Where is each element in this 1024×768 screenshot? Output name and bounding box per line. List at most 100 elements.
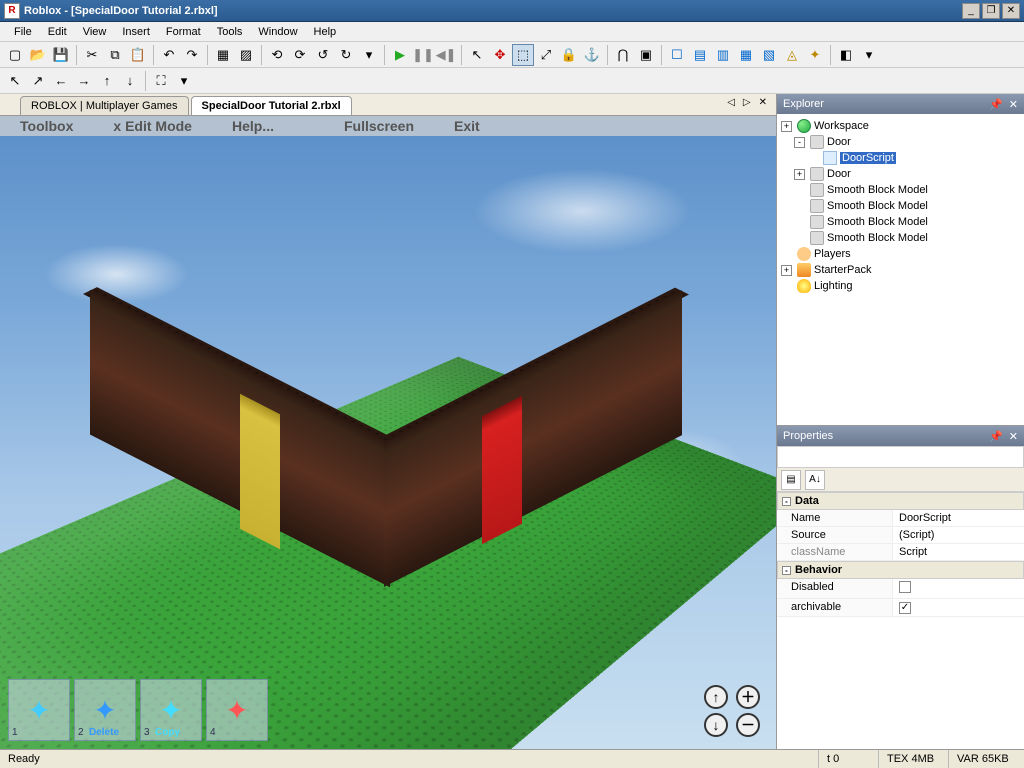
pin-icon[interactable]: 📌	[989, 430, 1003, 443]
fullscreen-button[interactable]: Fullscreen	[324, 118, 434, 134]
viewport-3d[interactable]: Toolbox x Edit Mode Help... Fullscreen E…	[0, 116, 776, 749]
zoom-in-icon[interactable]: ＋	[736, 685, 760, 709]
alphabetical-icon[interactable]: A↓	[805, 470, 825, 490]
tab-close-icon[interactable]: ✕	[756, 97, 770, 108]
zoom-out-icon[interactable]: －	[736, 713, 760, 737]
studs-icon[interactable]: ▦	[735, 44, 757, 66]
property-row[interactable]: Source(Script)	[777, 527, 1024, 544]
rotate-right-icon[interactable]: ⟳	[289, 44, 311, 66]
new-icon[interactable]: ▢	[4, 44, 26, 66]
menu-insert[interactable]: Insert	[114, 24, 158, 40]
property-category[interactable]: -Behavior	[777, 561, 1024, 579]
dropdown-icon[interactable]: ▾	[358, 44, 380, 66]
menu-edit[interactable]: Edit	[40, 24, 75, 40]
arrow-right-icon[interactable]: →	[73, 70, 95, 92]
stop-icon[interactable]: ◀❚	[435, 44, 457, 66]
hinge-icon[interactable]: ✦	[804, 44, 826, 66]
expand-icon[interactable]: +	[794, 169, 805, 180]
properties-grid[interactable]: -DataNameDoorScriptSource(Script)classNa…	[777, 492, 1024, 749]
tab-document[interactable]: SpecialDoor Tutorial 2.rbxl	[191, 96, 352, 115]
property-row[interactable]: Disabled	[777, 579, 1024, 599]
tree-node[interactable]: +Workspace	[779, 118, 1022, 134]
properties-search[interactable]	[777, 446, 1024, 468]
open-icon[interactable]: 📂	[27, 44, 49, 66]
tree-node[interactable]: Smooth Block Model	[779, 214, 1022, 230]
panel-close-icon[interactable]: ✕	[1009, 98, 1018, 111]
property-value[interactable]: ✓	[893, 599, 1024, 616]
anchor-icon[interactable]: ⚓	[581, 44, 603, 66]
tree-node[interactable]: -Door	[779, 134, 1022, 150]
panel-close-icon[interactable]: ✕	[1009, 430, 1018, 443]
property-value[interactable]	[893, 579, 1024, 598]
arrow-up-icon[interactable]: ↑	[96, 70, 118, 92]
select-tool-icon[interactable]: ⬚	[512, 44, 534, 66]
camera-down-icon[interactable]: ↓	[704, 713, 728, 737]
resize-icon[interactable]: ⤢	[535, 44, 557, 66]
game-tool-slot[interactable]: ✦1	[8, 679, 70, 741]
tree-node[interactable]: Players	[779, 246, 1022, 262]
pause-icon[interactable]: ❚❚	[412, 44, 434, 66]
paste-icon[interactable]: 📋	[127, 44, 149, 66]
game-tool-slot[interactable]: ✦4	[206, 679, 268, 741]
arrow-ne-icon[interactable]: ↗	[27, 70, 49, 92]
glue-icon[interactable]: ▤	[689, 44, 711, 66]
property-row[interactable]: classNameScript	[777, 544, 1024, 561]
tilt-right-icon[interactable]: ↻	[335, 44, 357, 66]
tree-node[interactable]: Smooth Block Model	[779, 182, 1022, 198]
arrow-nw-icon[interactable]: ↖	[4, 70, 26, 92]
editmode-button[interactable]: x Edit Mode	[93, 118, 212, 134]
lock-icon[interactable]: 🔒	[558, 44, 580, 66]
close-button[interactable]: ✕	[1002, 3, 1020, 19]
rotate-left-icon[interactable]: ⟲	[266, 44, 288, 66]
tilt-left-icon[interactable]: ↺	[312, 44, 334, 66]
help-button[interactable]: Help...	[212, 118, 294, 134]
toolbox-button[interactable]: Toolbox	[0, 118, 93, 134]
move-icon[interactable]: ✥	[489, 44, 511, 66]
fill-icon[interactable]: ◧	[835, 44, 857, 66]
ungroup-icon[interactable]: ▨	[235, 44, 257, 66]
camera-up-icon[interactable]: ↑	[704, 685, 728, 709]
tree-node[interactable]: Lighting	[779, 278, 1022, 294]
tree-node[interactable]: +Door	[779, 166, 1022, 182]
property-category[interactable]: -Data	[777, 492, 1024, 510]
property-value[interactable]: (Script)	[893, 527, 1024, 543]
game-tool-slot[interactable]: ✦3Copy	[140, 679, 202, 741]
menu-help[interactable]: Help	[306, 24, 345, 40]
expand-icon[interactable]: +	[781, 121, 792, 132]
magnet-icon[interactable]: ⋂	[612, 44, 634, 66]
pin-icon[interactable]: 📌	[989, 98, 1003, 111]
redo-icon[interactable]: ↷	[181, 44, 203, 66]
tree-node[interactable]: Smooth Block Model	[779, 230, 1022, 246]
exit-button[interactable]: Exit	[434, 118, 500, 134]
categorized-icon[interactable]: ▤	[781, 470, 801, 490]
copy-icon[interactable]: ⧉	[104, 44, 126, 66]
expand-icon[interactable]: +	[781, 265, 792, 276]
explorer-tree[interactable]: +Workspace-DoorDoorScript+DoorSmooth Blo…	[777, 114, 1024, 425]
menu-format[interactable]: Format	[158, 24, 209, 40]
property-row[interactable]: NameDoorScript	[777, 510, 1024, 527]
restore-button[interactable]: ❐	[982, 3, 1000, 19]
tab-next-icon[interactable]: ▷	[740, 97, 754, 108]
surface-icon[interactable]: ▣	[635, 44, 657, 66]
expand-icon[interactable]: ⛶	[150, 70, 172, 92]
smooth-icon[interactable]: ☐	[666, 44, 688, 66]
universal-icon[interactable]: ◬	[781, 44, 803, 66]
expand-dropdown-icon[interactable]: ▾	[173, 70, 195, 92]
cut-icon[interactable]: ✂	[81, 44, 103, 66]
undo-icon[interactable]: ↶	[158, 44, 180, 66]
menu-file[interactable]: File	[6, 24, 40, 40]
play-icon[interactable]: ▶	[389, 44, 411, 66]
property-row[interactable]: archivable✓	[777, 599, 1024, 617]
menu-view[interactable]: View	[75, 24, 115, 40]
tab-start[interactable]: ROBLOX | Multiplayer Games	[20, 96, 189, 115]
tree-node[interactable]: DoorScript	[779, 150, 1022, 166]
property-value[interactable]: DoorScript	[893, 510, 1024, 526]
property-value[interactable]: Script	[893, 544, 1024, 560]
save-icon[interactable]: 💾	[50, 44, 72, 66]
arrow-down-icon[interactable]: ↓	[119, 70, 141, 92]
tree-node[interactable]: Smooth Block Model	[779, 198, 1022, 214]
group-icon[interactable]: ▦	[212, 44, 234, 66]
menu-tools[interactable]: Tools	[209, 24, 251, 40]
menu-window[interactable]: Window	[250, 24, 305, 40]
minimize-button[interactable]: _	[962, 3, 980, 19]
